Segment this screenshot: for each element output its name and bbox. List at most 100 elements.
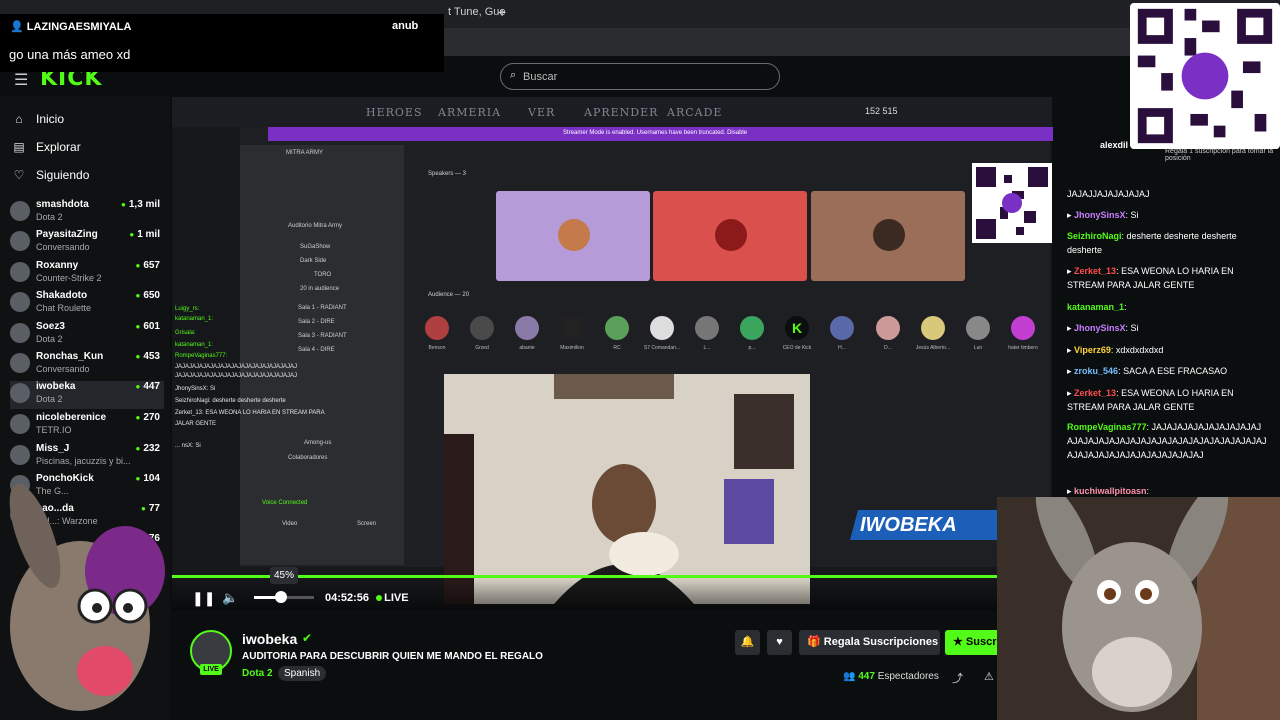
pause-icon[interactable]: ❚❚ [192, 590, 215, 607]
notification-bell-button[interactable]: 🔔 [735, 630, 760, 655]
progress-bar[interactable] [172, 575, 1052, 578]
audience-avatar [966, 316, 990, 340]
discord-channel: Sala 1 - RADIANT [298, 305, 347, 311]
new-tab-button[interactable]: + [498, 4, 506, 20]
gift-leader: alexdil [1100, 140, 1129, 150]
heart-icon: ♥ [776, 636, 783, 648]
channel-item[interactable]: Miss_J Piscinas, jacuzzis y bi... 232 [10, 443, 164, 471]
channel-item[interactable]: Shakadoto Chat Roulette 650 [10, 290, 164, 318]
home-icon: ⌂ [15, 112, 23, 126]
discord-channel: 20 in audience [300, 286, 340, 292]
cartoon-donkey-image [9, 483, 165, 711]
discord-channel: SuGaShow [300, 244, 331, 250]
nav-label: Explorar [36, 140, 81, 154]
discord-server-name: MITRA ARMY [286, 150, 324, 156]
channel-game: Chat Roulette [36, 303, 92, 313]
audience-name: hater timbero [1008, 345, 1038, 351]
audience-name: p... [748, 345, 756, 351]
channel-item-active[interactable]: iwobeka Dota 2 447 [10, 381, 164, 409]
notification-user-2: anub [392, 20, 419, 32]
channel-title[interactable]: iwobeka [242, 631, 297, 647]
audience-name: Maximilion [560, 345, 584, 351]
avatar [10, 383, 30, 403]
channel-game: Dota 2 [36, 212, 63, 222]
channel-item[interactable]: smashdota Dota 2 1,3 mil [10, 199, 164, 227]
speaker-tile [811, 191, 965, 281]
channel-viewers: 650 [135, 290, 160, 301]
volume-icon[interactable]: 🔈 [222, 590, 238, 606]
nav-home[interactable]: ⌂ Inicio [12, 112, 64, 126]
heart-icon: ♡ [13, 168, 25, 182]
audience-name: S7 Comandan... [643, 345, 681, 351]
audience-name: Lun [973, 345, 983, 351]
overlay-chat-line: JAJAJAJAJAJAJAJAJAJAJAJAJAJAJAJAJAJ [175, 364, 298, 370]
nav-label: Siguiendo [36, 168, 90, 182]
overlay-chat-line: JhonySinsX: Si [175, 386, 216, 392]
game-gold: 152 515 [865, 106, 898, 116]
game-tab: ARCADE [667, 106, 723, 119]
channel-item[interactable]: Roxanny Counter-Strike 2 657 [10, 260, 164, 288]
avatar [10, 414, 30, 434]
channel-viewers: 447 [135, 381, 160, 392]
channel-game: Counter-Strike 2 [36, 273, 102, 283]
audience-name: Grzed [475, 345, 489, 351]
viewer-count: 👥 447 Espectadores [843, 671, 939, 682]
discord-icon [1011, 316, 1035, 340]
browser-tab[interactable]: t Tune, Gue [448, 6, 505, 18]
chat-message: ▸ zroku_546: SACA A ESE FRACASAO [1067, 366, 1228, 376]
subscribe-button[interactable]: ★ Suscri [945, 630, 1005, 655]
follow-heart-button[interactable]: ♥ [767, 630, 792, 655]
channel-viewers: 453 [135, 351, 160, 362]
audience-name: L... [703, 345, 711, 351]
audience-avatar [921, 316, 945, 340]
bell-icon: 🔔 [740, 636, 755, 648]
channel-name: Roxanny [36, 260, 79, 271]
chat-message: RompeVaginas777: JAJAJAJAJAJAJAJAJAJAJAJ… [1067, 422, 1267, 460]
share-icon[interactable]: ⤴ [952, 670, 963, 686]
audience-heading: Audience — 20 [428, 292, 470, 298]
channel-item[interactable]: nicoleberenice TETR.IO 270 [10, 412, 164, 440]
player-controls [172, 578, 1052, 610]
nav-explore[interactable]: ▤ Explorar [12, 140, 81, 154]
category-link[interactable]: Dota 2 [242, 668, 273, 679]
nav-label: Inicio [36, 112, 65, 126]
discord-channel: Sala 2 - DIRE [298, 319, 335, 325]
language-tag[interactable]: Spanish [278, 666, 327, 681]
menu-icon[interactable]: ☰ [14, 70, 28, 90]
video-button: Video [282, 521, 298, 527]
audience-name: CEO de Kick [782, 345, 812, 351]
overlay-chat-line: Grisala: [175, 330, 196, 336]
game-tab: APRENDER [584, 106, 659, 119]
live-label[interactable]: LIVE [378, 592, 408, 604]
explore-icon: ▤ [13, 140, 25, 154]
chat-message: SeizhiroNagi: desherte desherte desherte… [1067, 231, 1237, 255]
notification-message: go una más ameo xd [9, 47, 131, 62]
chat-message: ▸ Viperz69: xdxdxdxdxd [1067, 345, 1164, 355]
volume-tooltip: 45% [270, 567, 298, 584]
volume-knob[interactable] [275, 591, 287, 603]
voice-connected: Voice Connected [262, 500, 308, 506]
audience-avatar [470, 316, 494, 340]
chat-message: ▸ kuchiwallpitoasn: [1067, 486, 1150, 496]
speaker-tile [653, 191, 807, 281]
channel-game: TETR.IO [36, 425, 72, 435]
report-icon[interactable]: ⚠ [984, 670, 994, 683]
channel-item[interactable]: Ronchas_Kun Conversando 453 [10, 351, 164, 379]
channel-name: PayasitaZing [36, 229, 98, 240]
chat-message: ▸ Zerket_13: ESA WEONA LO HARIA EN STREA… [1067, 388, 1234, 412]
channel-item[interactable]: Soez3 Dota 2 601 [10, 321, 164, 349]
game-tab: HEROES [366, 106, 423, 119]
channel-name: Soez3 [36, 321, 65, 332]
audience-name: H... [838, 345, 846, 351]
live-badge: LIVE [200, 664, 222, 675]
audience-name: abante [519, 345, 535, 351]
chat-message: katanaman_1: [1067, 302, 1127, 312]
discord-channel: TORO [314, 272, 332, 278]
chat-message: JAJAJJAJAJAJAJAJ [1067, 189, 1150, 199]
channel-game: Piscinas, jacuzzis y bi... [36, 456, 131, 466]
audience-name: Benson [428, 345, 446, 351]
audience-avatar [515, 316, 539, 340]
gift-subs-button[interactable]: 🎁 Regala Suscripciones [799, 630, 940, 655]
nav-following[interactable]: ♡ Siguiendo [12, 168, 90, 182]
channel-item[interactable]: PayasitaZing Conversando 1 mil [10, 229, 164, 257]
